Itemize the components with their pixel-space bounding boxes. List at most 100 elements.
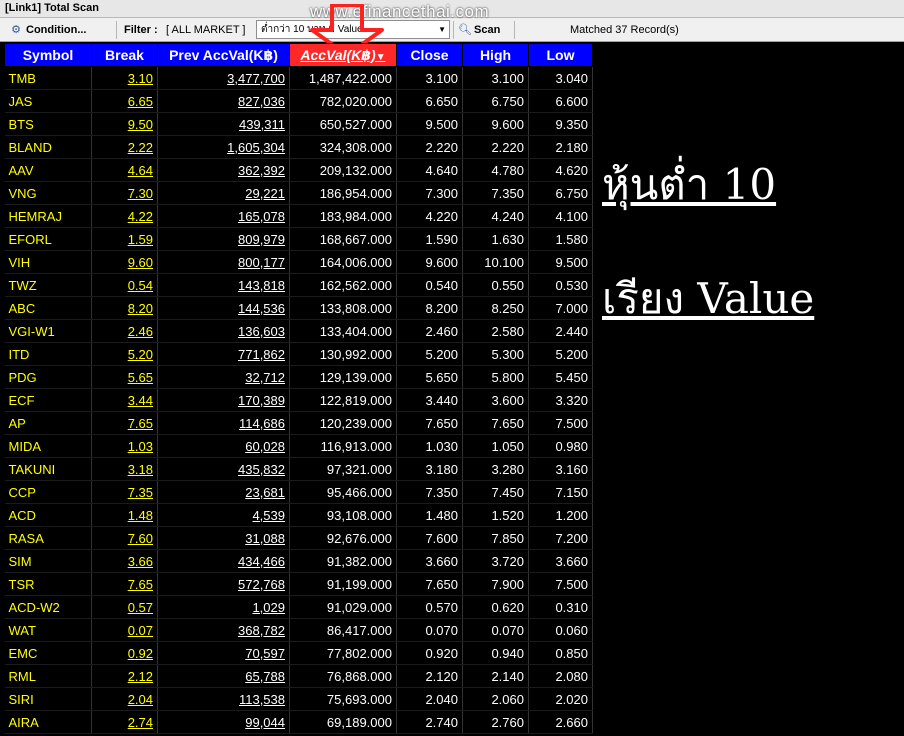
cell-prev-accval[interactable]: 439,311 [157, 112, 290, 136]
cell-symbol[interactable]: ACD [4, 503, 92, 527]
cell-symbol[interactable]: VNG [4, 181, 92, 205]
table-row[interactable]: AAV 4.64 362,392 209,132.000 4.640 4.780 4.620 [4, 158, 593, 182]
cell-symbol[interactable]: BLAND [4, 135, 92, 159]
cell-break[interactable]: 1.48 [91, 503, 158, 527]
cell-break[interactable]: 1.03 [91, 434, 158, 458]
condition-button[interactable]: ⚙ Condition... [6, 18, 86, 42]
cell-symbol[interactable]: MIDA [4, 434, 92, 458]
col-header-low[interactable]: Low [528, 43, 593, 67]
cell-symbol[interactable]: VGI-W1 [4, 319, 92, 343]
cell-symbol[interactable]: BTS [4, 112, 92, 136]
cell-break[interactable]: 0.07 [91, 618, 158, 642]
cell-break[interactable]: 7.35 [91, 480, 158, 504]
cell-symbol[interactable]: VIH [4, 250, 92, 274]
cell-prev-accval[interactable]: 3,477,700 [157, 66, 290, 90]
cell-break[interactable]: 7.30 [91, 181, 158, 205]
cell-prev-accval[interactable]: 23,681 [157, 480, 290, 504]
cell-symbol[interactable]: TWZ [4, 273, 92, 297]
table-row[interactable]: TMB 3.10 3,477,700 1,487,422.000 3.100 3.100 3… [4, 66, 593, 90]
cell-prev-accval[interactable]: 70,597 [157, 641, 290, 665]
cell-symbol[interactable]: WAT [4, 618, 92, 642]
col-header-prev-accval[interactable]: Prev AccVal(K฿) [157, 43, 290, 67]
table-row[interactable]: VNG 7.30 29,221 186,954.000 7.300 7.350 6.750 [4, 181, 593, 205]
table-row[interactable]: AIRA 2.74 99,044 69,189.000 2.740 2.760 2.660 [4, 710, 593, 734]
cell-break[interactable]: 3.18 [91, 457, 158, 481]
cell-prev-accval[interactable]: 1,029 [157, 595, 290, 619]
cell-symbol[interactable]: EFORL [4, 227, 92, 251]
cell-symbol[interactable]: HEMRAJ [4, 204, 92, 228]
cell-symbol[interactable]: JAS [4, 89, 92, 113]
table-row[interactable]: SIM 3.66 434,466 91,382.000 3.660 3.720 3.660 [4, 549, 593, 573]
col-header-break[interactable]: Break [91, 43, 158, 67]
table-row[interactable]: JAS 6.65 827,036 782,020.000 6.650 6.750 6.600 [4, 89, 593, 113]
cell-prev-accval[interactable]: 572,768 [157, 572, 290, 596]
table-row[interactable]: BLAND 2.22 1,605,304 324,308.000 2.220 2.220 2… [4, 135, 593, 159]
col-header-accval[interactable]: AccVal(K฿)▼ [289, 43, 397, 67]
table-row[interactable]: ECF 3.44 170,389 122,819.000 3.440 3.600 3.320 [4, 388, 593, 412]
cell-break[interactable]: 7.60 [91, 526, 158, 550]
table-row[interactable]: BTS 9.50 439,311 650,527.000 9.500 9.600 9.350 [4, 112, 593, 136]
table-row[interactable]: PDG 5.65 32,712 129,139.000 5.650 5.800 5.450 [4, 365, 593, 389]
cell-break[interactable]: 1.59 [91, 227, 158, 251]
cell-break[interactable]: 0.57 [91, 595, 158, 619]
cell-prev-accval[interactable]: 143,818 [157, 273, 290, 297]
cell-break[interactable]: 4.64 [91, 158, 158, 182]
cell-prev-accval[interactable]: 827,036 [157, 89, 290, 113]
col-header-symbol[interactable]: Symbol [4, 43, 92, 67]
cell-prev-accval[interactable]: 29,221 [157, 181, 290, 205]
cell-symbol[interactable]: TAKUNI [4, 457, 92, 481]
cell-break[interactable]: 5.20 [91, 342, 158, 366]
table-row[interactable]: TWZ 0.54 143,818 162,562.000 0.540 0.550 0.530 [4, 273, 593, 297]
cell-prev-accval[interactable]: 114,686 [157, 411, 290, 435]
table-row[interactable]: TAKUNI 3.18 435,832 97,321.000 3.180 3.280 3.1… [4, 457, 593, 481]
cell-break[interactable]: 3.10 [91, 66, 158, 90]
cell-break[interactable]: 6.65 [91, 89, 158, 113]
table-row[interactable]: AP 7.65 114,686 120,239.000 7.650 7.650 7.500 [4, 411, 593, 435]
cell-prev-accval[interactable]: 170,389 [157, 388, 290, 412]
table-row[interactable]: RML 2.12 65,788 76,868.000 2.120 2.140 2.080 [4, 664, 593, 688]
cell-prev-accval[interactable]: 113,538 [157, 687, 290, 711]
cell-break[interactable]: 4.22 [91, 204, 158, 228]
table-row[interactable]: ITD 5.20 771,862 130,992.000 5.200 5.300 5.200 [4, 342, 593, 366]
cell-prev-accval[interactable]: 434,466 [157, 549, 290, 573]
cell-prev-accval[interactable]: 144,536 [157, 296, 290, 320]
cell-break[interactable]: 2.22 [91, 135, 158, 159]
cell-symbol[interactable]: TMB [4, 66, 92, 90]
table-row[interactable]: RASA 7.60 31,088 92,676.000 7.600 7.850 7.200 [4, 526, 593, 550]
cell-symbol[interactable]: CCP [4, 480, 92, 504]
cell-break[interactable]: 5.65 [91, 365, 158, 389]
cell-prev-accval[interactable]: 1,605,304 [157, 135, 290, 159]
cell-prev-accval[interactable]: 165,078 [157, 204, 290, 228]
cell-symbol[interactable]: PDG [4, 365, 92, 389]
cell-break[interactable]: 2.12 [91, 664, 158, 688]
cell-prev-accval[interactable]: 809,979 [157, 227, 290, 251]
cell-prev-accval[interactable]: 800,177 [157, 250, 290, 274]
table-row[interactable]: EFORL 1.59 809,979 168,667.000 1.590 1.630 1.5… [4, 227, 593, 251]
table-row[interactable]: TSR 7.65 572,768 91,199.000 7.650 7.900 7.500 [4, 572, 593, 596]
cell-symbol[interactable]: EMC [4, 641, 92, 665]
cell-break[interactable]: 7.65 [91, 411, 158, 435]
cell-symbol[interactable]: AP [4, 411, 92, 435]
table-row[interactable]: EMC 0.92 70,597 77,802.000 0.920 0.940 0.850 [4, 641, 593, 665]
cell-break[interactable]: 2.04 [91, 687, 158, 711]
table-row[interactable]: SIRI 2.04 113,538 75,693.000 2.040 2.060 2.020 [4, 687, 593, 711]
cell-break[interactable]: 3.66 [91, 549, 158, 573]
table-row[interactable]: VGI-W1 2.46 136,603 133,404.000 2.460 2.580 2.… [4, 319, 593, 343]
filter-market-value[interactable]: [ ALL MARKET ] [166, 18, 245, 42]
cell-prev-accval[interactable]: 99,044 [157, 710, 290, 734]
cell-symbol[interactable]: RASA [4, 526, 92, 550]
cell-symbol[interactable]: ITD [4, 342, 92, 366]
cell-symbol[interactable]: AAV [4, 158, 92, 182]
cell-symbol[interactable]: SIM [4, 549, 92, 573]
table-row[interactable]: HEMRAJ 4.22 165,078 183,984.000 4.220 4.240 4.… [4, 204, 593, 228]
table-row[interactable]: ABC 8.20 144,536 133,808.000 8.200 8.250 7.000 [4, 296, 593, 320]
cell-symbol[interactable]: ECF [4, 388, 92, 412]
cell-prev-accval[interactable]: 32,712 [157, 365, 290, 389]
cell-symbol[interactable]: ABC [4, 296, 92, 320]
cell-prev-accval[interactable]: 771,862 [157, 342, 290, 366]
col-header-close[interactable]: Close [396, 43, 463, 67]
cell-break[interactable]: 8.20 [91, 296, 158, 320]
table-row[interactable]: MIDA 1.03 60,028 116,913.000 1.030 1.050 0.980 [4, 434, 593, 458]
table-row[interactable]: WAT 0.07 368,782 86,417.000 0.070 0.070 0.060 [4, 618, 593, 642]
col-header-high[interactable]: High [462, 43, 529, 67]
